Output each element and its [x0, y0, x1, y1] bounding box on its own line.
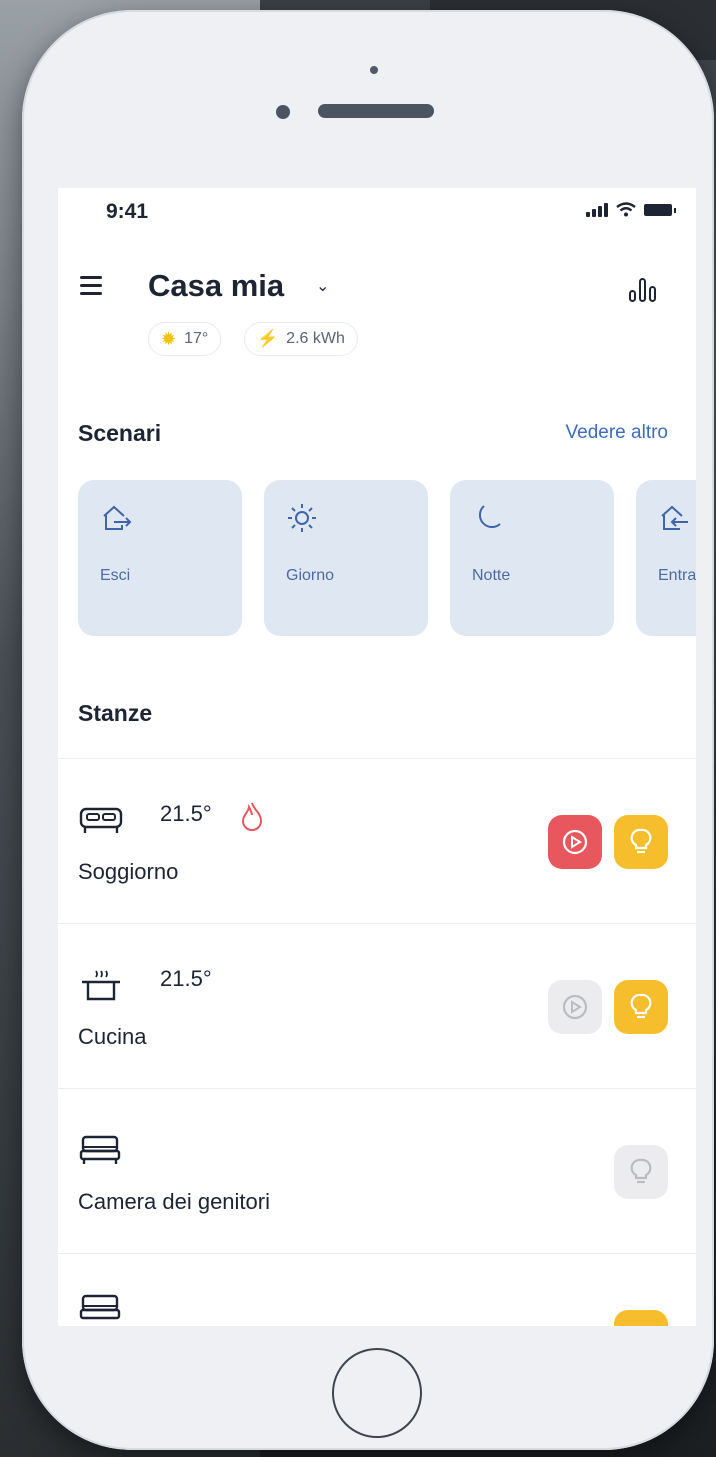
sun-icon — [288, 504, 316, 532]
room-name: Cucina — [78, 1024, 147, 1049]
lightbulb-icon — [630, 1158, 652, 1184]
scene-card-leave[interactable]: Esci — [78, 480, 242, 636]
phone-camera — [276, 105, 290, 119]
phone-sensor — [370, 66, 378, 74]
scenes-title: Scenari — [78, 420, 162, 446]
enter-home-icon — [661, 505, 688, 530]
moon-icon — [478, 505, 501, 529]
energy-chip: ⚡ 2.6 kWh — [244, 322, 358, 356]
room-card-partial[interactable] — [58, 1253, 696, 1326]
scene-card-night[interactable]: Notte — [450, 480, 614, 636]
rooms-title: Stanze — [78, 700, 153, 726]
phone-speaker — [318, 104, 434, 118]
light-toggle-button[interactable] — [614, 815, 668, 869]
wifi-icon — [616, 202, 636, 217]
play-icon — [562, 994, 588, 1020]
media-toggle-button[interactable] — [548, 980, 602, 1034]
sun-icon: ✹ — [161, 328, 177, 349]
status-icons — [586, 202, 676, 217]
energy-value: 2.6 kWh — [286, 330, 345, 347]
app-screen: 9:41 Casa mia ⌄ ✹ 17° ⚡ 2.6 kWh Scenari … — [58, 188, 696, 1326]
room-card-soggiorno[interactable]: 21.5° Soggiorno — [58, 758, 696, 922]
lightbulb-icon — [630, 993, 652, 1019]
scene-label: Entra — [658, 567, 696, 584]
chevron-down-icon[interactable]: ⌄ — [316, 276, 329, 296]
room-name: Camera dei genitori — [78, 1189, 270, 1214]
status-time: 9:41 — [106, 200, 149, 223]
lightbulb-icon — [630, 828, 652, 854]
bed-icon — [79, 1294, 121, 1320]
scene-label: Notte — [472, 567, 511, 584]
scene-card-enter[interactable]: Entra — [636, 480, 696, 636]
room-name: Soggiorno — [78, 859, 179, 884]
light-toggle-button[interactable] — [614, 980, 668, 1034]
menu-icon[interactable] — [80, 276, 102, 295]
leave-home-icon — [103, 505, 132, 530]
home-title[interactable]: Casa mia — [148, 268, 284, 304]
room-card-camera-genitori[interactable]: Camera dei genitori — [58, 1088, 696, 1252]
room-temperature: 21.5° — [160, 801, 212, 826]
play-icon — [562, 829, 588, 855]
sofa-icon — [79, 807, 123, 833]
scene-card-day[interactable]: Giorno — [264, 480, 428, 636]
cooking-pot-icon — [82, 970, 120, 1001]
heating-flame-icon — [241, 802, 263, 831]
home-button[interactable] — [332, 1348, 422, 1438]
bolt-icon: ⚡ — [257, 329, 279, 348]
see-more-link[interactable]: Vedere altro — [566, 422, 668, 444]
light-toggle-button[interactable] — [614, 1145, 668, 1199]
weather-chip: ✹ 17° — [148, 322, 222, 356]
room-temperature: 21.5° — [160, 966, 212, 991]
light-toggle-button[interactable] — [614, 1310, 668, 1326]
scene-label: Esci — [100, 567, 131, 584]
scene-label: Giorno — [286, 567, 335, 584]
signal-icon — [586, 202, 608, 217]
bed-icon — [79, 1135, 121, 1164]
battery-icon — [644, 203, 676, 216]
room-card-cucina[interactable]: 21.5° Cucina — [58, 923, 696, 1087]
media-toggle-button[interactable] — [548, 815, 602, 869]
scenes-list: Esci Giorno Notte Entra — [78, 480, 696, 636]
stats-icon[interactable] — [629, 276, 656, 302]
temperature-value: 17° — [184, 330, 209, 347]
